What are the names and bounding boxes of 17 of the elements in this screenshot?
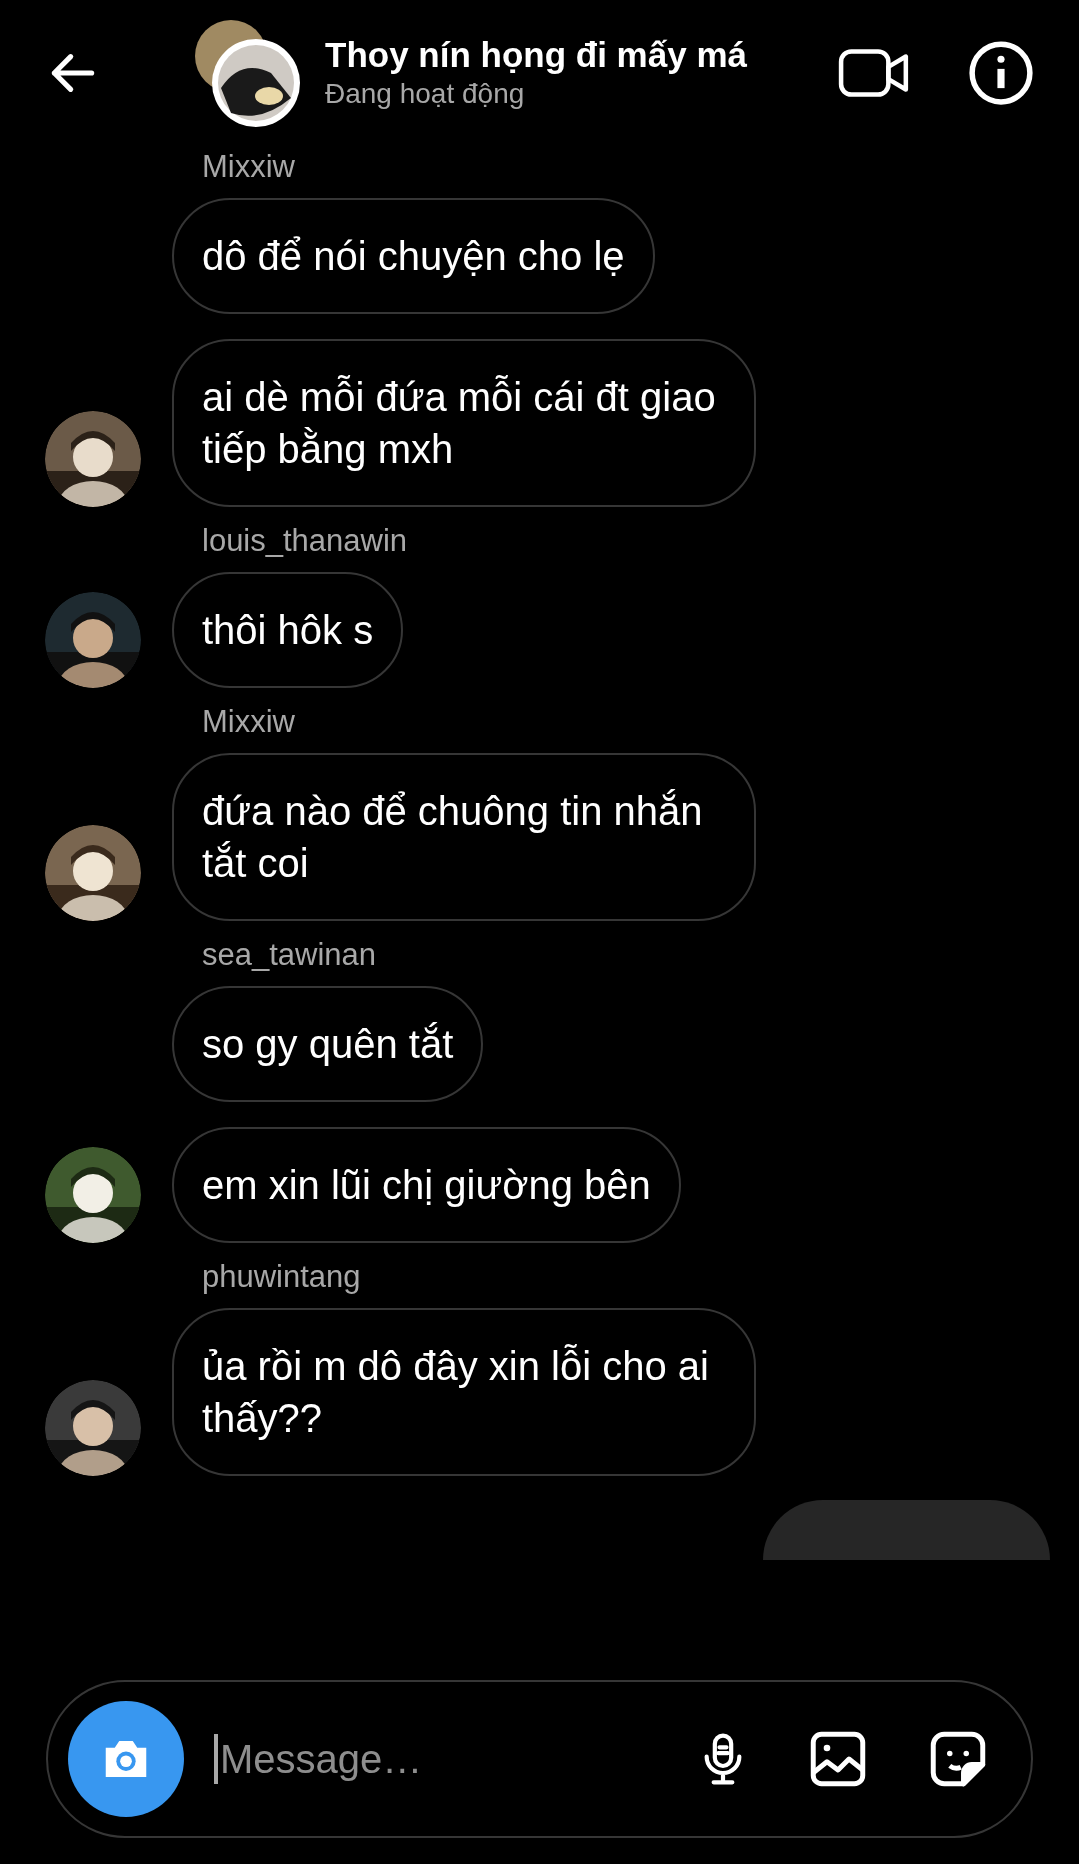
message-bubble: dô để nói chuyện cho lẹ (172, 198, 655, 314)
message-bubble: so gy quên tắt (172, 986, 484, 1102)
chat-title: Thoy nín họng đi mấy má (325, 33, 748, 76)
message-bubble: đứa nào để chuông tin nhắn tắt coi (172, 753, 756, 921)
sender-name: sea_tawinan (202, 937, 377, 973)
sender-name: Mixxiw (202, 149, 295, 185)
message-bubble: ai dè mỗi đứa mỗi cái đt giao tiếp bằng mxh (172, 339, 756, 507)
message-bubble: em xin lũi chị giường bên (172, 1127, 681, 1243)
message-composer[interactable]: Message… (46, 1680, 1033, 1838)
message-input[interactable]: Message… (220, 1729, 695, 1789)
sender-name: phuwintang (202, 1259, 361, 1295)
info-icon[interactable] (968, 39, 1034, 106)
sender-name: Mixxiw (202, 704, 295, 740)
message-bubble: ủa rồi m dô đây xin lỗi cho ai thấy?? (172, 1308, 756, 1476)
active-status: Đang hoạt động (325, 76, 526, 111)
message-bubble: thôi hôk s (172, 572, 404, 688)
sender-name: louis_thanawin (202, 523, 408, 559)
